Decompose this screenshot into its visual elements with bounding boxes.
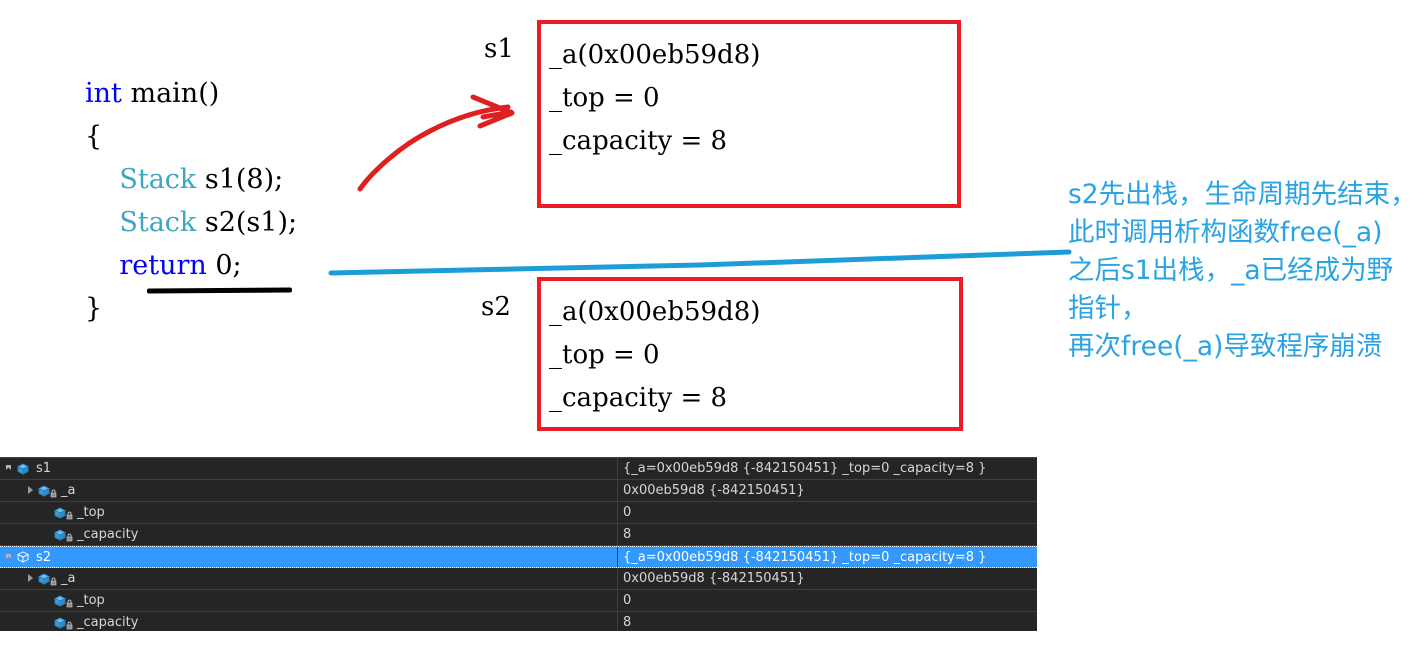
code-token: s1(8);	[196, 164, 284, 195]
watch-row[interactable]: _capacity 8	[0, 524, 1037, 546]
twisty-placeholder	[42, 529, 53, 540]
chevron-right-icon[interactable]	[26, 573, 37, 584]
watch-row-value[interactable]: 8	[618, 524, 1037, 545]
watch-row-name-cell[interactable]: _a	[0, 480, 618, 501]
watch-row-label: _a	[61, 483, 76, 498]
cube-icon-selected	[16, 551, 30, 563]
object-box-s2-lines: _a(0x00eb59d8) _top = 0 _capacity = 8	[549, 291, 760, 420]
code-line-2: Stack s1(8);	[85, 158, 297, 201]
red-arrow-to-s1	[357, 104, 511, 192]
watch-row[interactable]: s2 {_a=0x00eb59d8 {-842150451} _top=0 _ca…	[0, 546, 1037, 568]
code-line-3: Stack s2(s1);	[85, 201, 297, 244]
watch-row-value[interactable]: 0x00eb59d8 {-842150451}	[618, 480, 1037, 501]
watch-row-name-cell[interactable]: _top	[0, 590, 618, 611]
code-token: main()	[130, 78, 220, 109]
watch-row-name-cell[interactable]: _capacity	[0, 524, 618, 545]
watch-row-value[interactable]: 0	[618, 502, 1037, 523]
object-box-s2-tag: s2	[481, 292, 511, 322]
code-token: {	[85, 121, 103, 152]
cube-icon	[16, 462, 30, 475]
watch-row-label: _top	[77, 505, 105, 520]
code-token: int	[85, 78, 131, 109]
code-token: s2(s1);	[196, 207, 298, 238]
red-arrow-head	[470, 94, 515, 129]
watch-row-value[interactable]: 0x00eb59d8 {-842150451}	[618, 568, 1037, 589]
watch-row-value[interactable]: {_a=0x00eb59d8 {-842150451} _top=0 _capa…	[618, 458, 1037, 479]
watch-row-name-cell[interactable]: s1	[0, 458, 618, 479]
watch-row-label: _top	[77, 593, 105, 608]
chevron-down-icon[interactable]	[5, 552, 16, 563]
watch-row-label: s1	[36, 461, 52, 476]
cube-lock-icon	[37, 572, 51, 585]
watch-row-name-cell[interactable]: s2	[0, 547, 618, 567]
lock-icon	[66, 599, 73, 607]
red-arrow-head-inner	[480, 109, 514, 120]
watch-row[interactable]: _capacity 8	[0, 612, 1037, 631]
code-line-0: int main()	[85, 72, 297, 115]
debugger-locals-panel[interactable]: s1 {_a=0x00eb59d8 {-842150451} _top=0 _ca…	[0, 457, 1037, 631]
watch-row-label: _capacity	[77, 615, 139, 630]
object-field-line: _a(0x00eb59d8)	[549, 40, 761, 70]
code-token: Stack	[119, 207, 197, 238]
watch-row[interactable]: _top 0	[0, 502, 1037, 524]
object-box-s1-lines: _a(0x00eb59d8) _top = 0 _capacity = 8	[549, 34, 760, 163]
twisty-placeholder	[42, 595, 53, 606]
watch-row[interactable]: s1 {_a=0x00eb59d8 {-842150451} _top=0 _ca…	[0, 458, 1037, 480]
twisty-placeholder	[42, 507, 53, 518]
object-box-s1-tag: s1	[484, 34, 514, 64]
code-token: 0;	[206, 250, 242, 281]
watch-row-value[interactable]: {_a=0x00eb59d8 {-842150451} _top=0 _capa…	[618, 547, 1037, 567]
object-field-line: _top = 0	[549, 83, 660, 113]
watch-row[interactable]: _a 0x00eb59d8 {-842150451}	[0, 568, 1037, 590]
lock-icon	[66, 533, 73, 541]
object-box-s1: _a(0x00eb59d8) _top = 0 _capacity = 8	[537, 20, 961, 208]
watch-row-label: _a	[61, 571, 76, 586]
watch-row-value[interactable]: 0	[618, 590, 1037, 611]
lock-icon	[50, 489, 57, 497]
watch-row-value[interactable]: 8	[618, 612, 1037, 631]
return-underline-annotation	[146, 287, 293, 294]
chinese-annotation-note: s2先出栈，生命周期先结束，此时调用析构函数free(_a) 之后s1出栈，_a…	[1068, 179, 1414, 362]
blue-leader-line	[328, 249, 1072, 276]
code-token: Stack	[119, 164, 197, 195]
watch-row-name-cell[interactable]: _capacity	[0, 612, 618, 631]
watch-row-name-cell[interactable]: _a	[0, 568, 618, 589]
object-field-line: _top = 0	[549, 340, 660, 370]
watch-row[interactable]: _top 0	[0, 590, 1037, 612]
watch-row-label: _capacity	[77, 527, 139, 542]
code-line-4: return 0;	[85, 244, 297, 287]
object-field-line: _a(0x00eb59d8)	[549, 297, 761, 327]
cube-lock-icon	[53, 594, 67, 607]
lock-icon	[66, 511, 73, 519]
cube-lock-icon	[53, 616, 67, 629]
lock-icon	[50, 577, 57, 585]
object-field-line: _capacity = 8	[549, 383, 728, 413]
object-box-s2: _a(0x00eb59d8) _top = 0 _capacity = 8	[537, 277, 963, 431]
chevron-down-icon[interactable]	[5, 463, 16, 474]
object-field-line: _capacity = 8	[549, 126, 728, 156]
twisty-placeholder	[42, 617, 53, 628]
code-token: }	[85, 293, 103, 324]
cube-lock-icon	[53, 528, 67, 541]
code-line-1: {	[85, 115, 297, 158]
lock-icon	[66, 621, 73, 629]
code-token: return	[119, 250, 207, 281]
chevron-right-icon[interactable]	[26, 485, 37, 496]
watch-row-name-cell[interactable]: _top	[0, 502, 618, 523]
cube-lock-icon	[53, 506, 67, 519]
code-line-5: }	[85, 287, 297, 330]
cube-lock-icon	[37, 484, 51, 497]
watch-row-label: s2	[36, 549, 52, 565]
watch-row[interactable]: _a 0x00eb59d8 {-842150451}	[0, 480, 1037, 502]
